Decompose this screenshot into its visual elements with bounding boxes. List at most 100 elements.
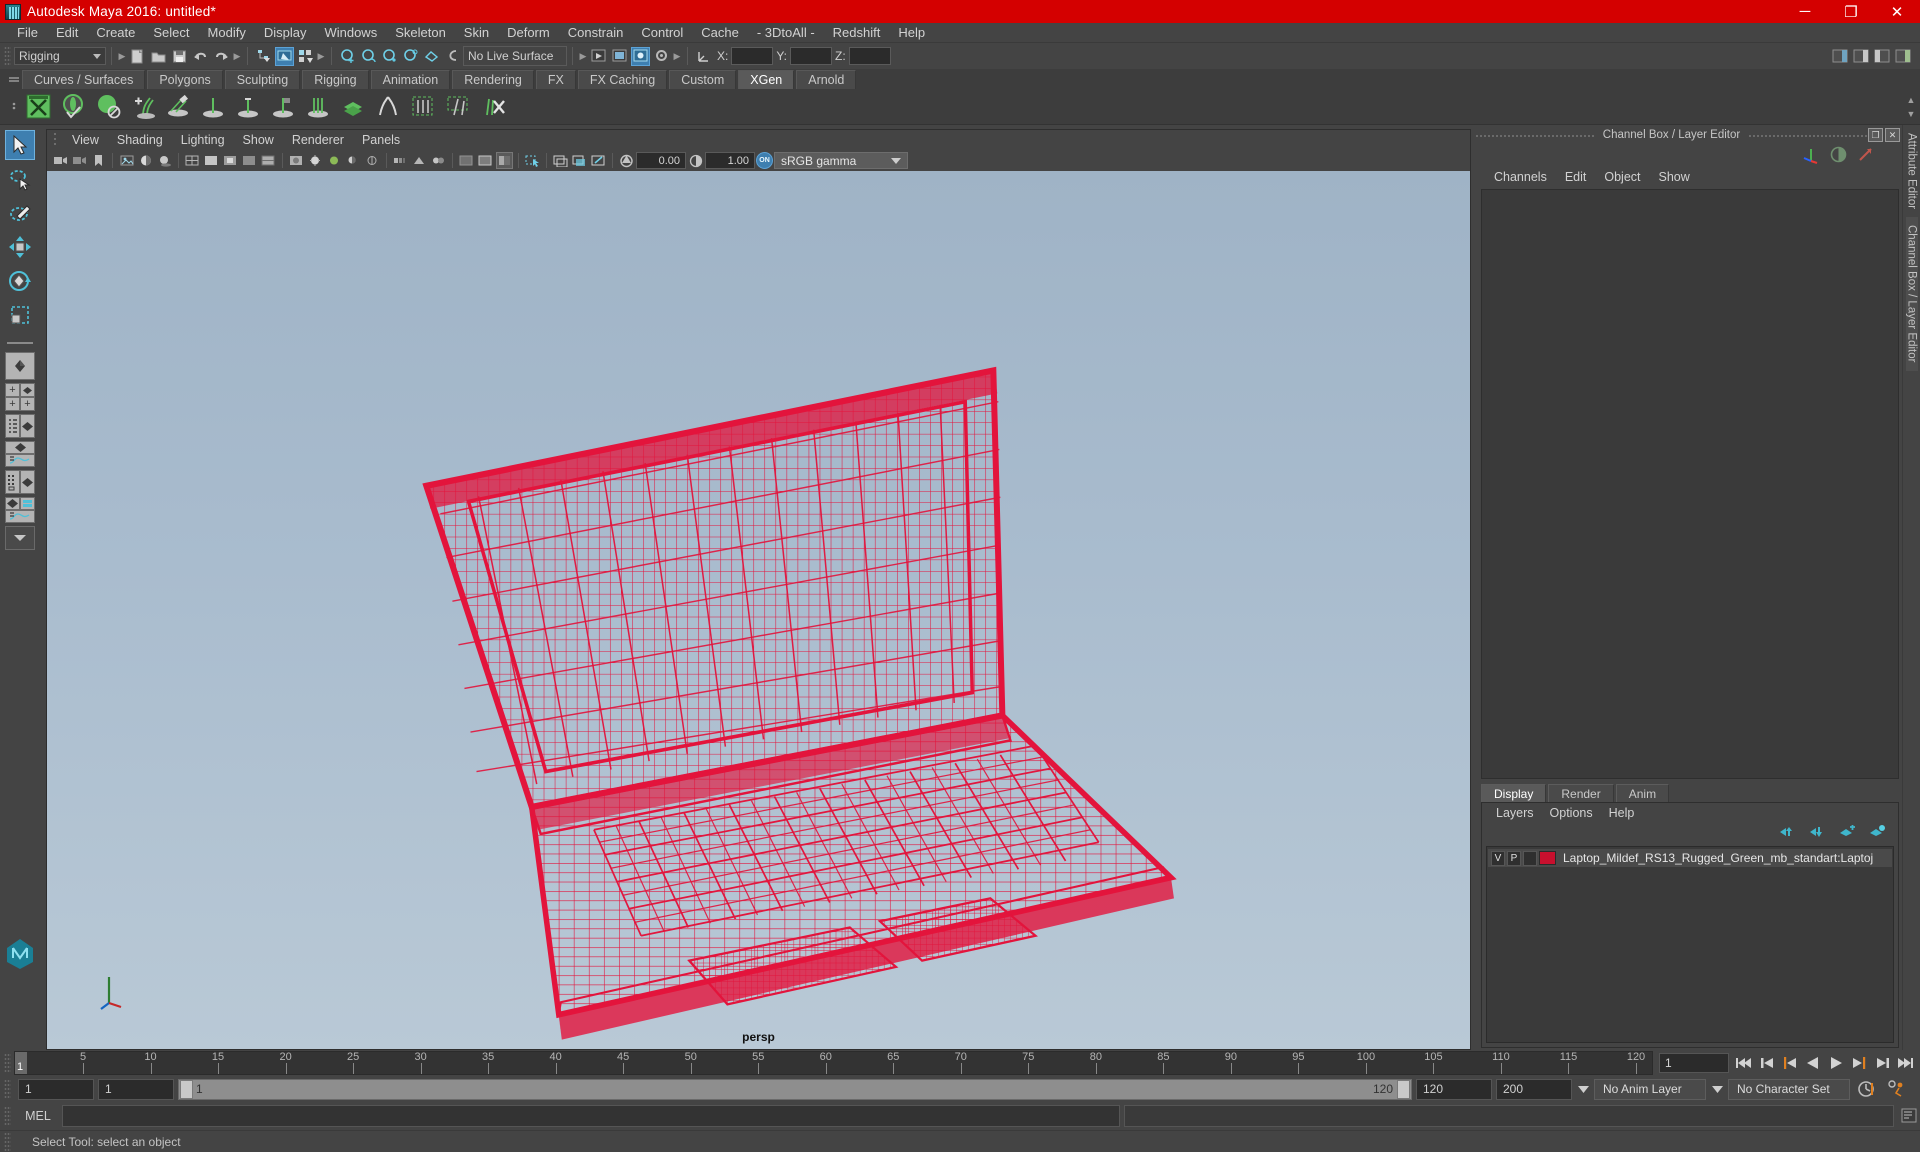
shelf-tab-animation[interactable]: Animation <box>370 70 451 89</box>
xgen-length-icon[interactable] <box>232 91 265 123</box>
select-by-object-type-button[interactable] <box>275 46 294 66</box>
channel-menu-object[interactable]: Object <box>1595 167 1649 187</box>
exposure-input[interactable]: 0.00 <box>636 152 686 169</box>
color-management-selector[interactable]: sRGB gamma <box>774 152 908 169</box>
shelf-tab-custom[interactable]: Custom <box>669 70 737 89</box>
menu-display[interactable]: Display <box>255 23 316 43</box>
channel-menu-channels[interactable]: Channels <box>1485 167 1556 187</box>
range-slider[interactable]: 1 120 <box>178 1078 1412 1100</box>
step-back-frame-icon[interactable] <box>1780 1053 1800 1073</box>
anim-start-field[interactable]: 1 <box>18 1078 94 1100</box>
character-set-selector[interactable]: No Character Set <box>1728 1078 1850 1100</box>
anim-end-field[interactable]: 200 <box>1496 1078 1572 1100</box>
menu-edit[interactable]: Edit <box>47 23 87 43</box>
hypershade-persp-layout[interactable] <box>5 497 35 523</box>
menu-control[interactable]: Control <box>632 23 692 43</box>
show-hide-attribute-editor-button[interactable] <box>1852 47 1871 66</box>
resolution-gate-icon[interactable] <box>590 152 607 169</box>
use-default-lighting-icon[interactable] <box>307 152 324 169</box>
shelf-tab-sculpting[interactable]: Sculpting <box>224 70 301 89</box>
viewport-menu-lighting[interactable]: Lighting <box>172 130 234 150</box>
side-tab-attribute-editor[interactable]: Attribute Editor <box>1906 125 1918 217</box>
layer-menu-layers[interactable]: Layers <box>1488 803 1542 823</box>
layer-playback-toggle[interactable]: P <box>1507 850 1521 866</box>
xgen-collection-icon[interactable] <box>407 91 440 123</box>
shelf-scroll-down-icon[interactable]: ▼ <box>1907 109 1916 119</box>
flat-shade-icon[interactable] <box>241 152 258 169</box>
minimize-button[interactable]: ─ <box>1782 0 1828 23</box>
gamma-icon[interactable] <box>687 152 704 169</box>
layer-row[interactable]: V P Laptop_Mildef_RS13_Rugged_Green_mb_s… <box>1488 849 1892 867</box>
snap-to-projected-center-button[interactable] <box>401 47 420 66</box>
ipr-render-button[interactable] <box>631 46 650 66</box>
xgen-delete-icon[interactable] <box>477 91 510 123</box>
grid-toggle-icon[interactable] <box>552 152 569 169</box>
go-to-end-icon[interactable] <box>1895 1053 1915 1073</box>
channel-box-list[interactable] <box>1481 189 1899 779</box>
viewport-menu-show[interactable]: Show <box>234 130 283 150</box>
move-layer-down-icon[interactable] <box>1809 825 1826 841</box>
play-backwards-icon[interactable] <box>1803 1053 1823 1073</box>
redo-button[interactable] <box>212 47 231 66</box>
snap-to-point-button[interactable] <box>380 47 399 66</box>
show-hide-channel-box-button[interactable] <box>1894 47 1913 66</box>
move-tool[interactable] <box>5 232 35 262</box>
script-editor-icon[interactable] <box>1898 1108 1920 1124</box>
auto-keyframe-icon[interactable] <box>1854 1080 1880 1098</box>
shelf-scroll-up-icon[interactable]: ▲ <box>1907 95 1916 105</box>
maximize-button[interactable]: ❐ <box>1828 0 1874 23</box>
help-line-grip[interactable] <box>4 1131 11 1152</box>
shelf-tab-curves-surfaces[interactable]: Curves / Surfaces <box>22 70 146 89</box>
menu-modify[interactable]: Modify <box>199 23 255 43</box>
anim-layer-selector[interactable]: No Anim Layer <box>1594 1078 1706 1100</box>
tab-anim[interactable]: Anim <box>1615 784 1670 802</box>
layer-color-swatch[interactable] <box>1539 851 1556 865</box>
smooth-shade-icon[interactable] <box>203 152 220 169</box>
move-layer-up-icon[interactable] <box>1779 825 1796 841</box>
layer-visibility-toggle[interactable]: V <box>1491 850 1505 866</box>
step-forward-frame-icon[interactable] <box>1849 1053 1869 1073</box>
xgen-width-icon[interactable] <box>267 91 300 123</box>
range-slider-grip[interactable] <box>4 1079 11 1099</box>
shelf-tab-arnold[interactable]: Arnold <box>796 70 857 89</box>
current-time-indicator[interactable]: 1 <box>15 1052 27 1074</box>
command-line-grip[interactable] <box>4 1106 11 1126</box>
outliner-persp-layout[interactable] <box>5 414 35 438</box>
side-tab-channel-box[interactable]: Channel Box / Layer Editor <box>1905 217 1918 371</box>
y-input[interactable] <box>790 47 833 65</box>
xgen-clump-icon[interactable] <box>302 91 335 123</box>
wireframe-mode-icon[interactable] <box>184 152 201 169</box>
xgen-sphere-icon[interactable] <box>92 91 125 123</box>
anim-layer-chevron-icon[interactable] <box>1710 1085 1724 1093</box>
lasso-select-tool[interactable] <box>5 164 35 194</box>
go-to-start-icon[interactable] <box>1734 1053 1754 1073</box>
layer-state-toggle[interactable] <box>1523 850 1537 866</box>
shelf-tab-rigging[interactable]: Rigging <box>302 70 369 89</box>
layer-list[interactable]: V P Laptop_Mildef_RS13_Rugged_Green_mb_s… <box>1486 846 1894 1043</box>
command-language-button[interactable]: MEL <box>18 1109 58 1123</box>
layer-menu-options[interactable]: Options <box>1542 803 1601 823</box>
viewport-grip[interactable] <box>53 131 63 149</box>
viewport-3d[interactable]: persp <box>47 171 1470 1049</box>
four-view-layout[interactable]: + + + <box>5 383 35 411</box>
xgen-guides-icon[interactable] <box>442 91 475 123</box>
scale-tool[interactable] <box>5 300 35 330</box>
rotate-tool[interactable] <box>5 266 35 296</box>
menu-redshift[interactable]: Redshift <box>824 23 890 43</box>
show-hide-tool-settings-button[interactable] <box>1873 47 1892 66</box>
menu-skeleton[interactable]: Skeleton <box>386 23 455 43</box>
xgen-density-icon[interactable] <box>197 91 230 123</box>
channel-menu-edit[interactable]: Edit <box>1556 167 1596 187</box>
isolate-select-icon[interactable] <box>524 152 541 169</box>
paint-select-tool[interactable] <box>5 198 35 228</box>
close-button[interactable]: ✕ <box>1874 0 1920 23</box>
film-gate-icon[interactable] <box>571 152 588 169</box>
statusline-collapse-3[interactable]: ▶ <box>316 47 326 65</box>
panel-drag-dots[interactable] <box>1475 125 1595 145</box>
undock-icon[interactable]: ❐ <box>1868 128 1884 142</box>
channel-menu-show[interactable]: Show <box>1650 167 1699 187</box>
open-render-view-button[interactable] <box>589 47 608 66</box>
x-input[interactable] <box>731 47 774 65</box>
xray-joints-icon[interactable] <box>477 152 494 169</box>
bookmark-icon[interactable] <box>90 152 107 169</box>
